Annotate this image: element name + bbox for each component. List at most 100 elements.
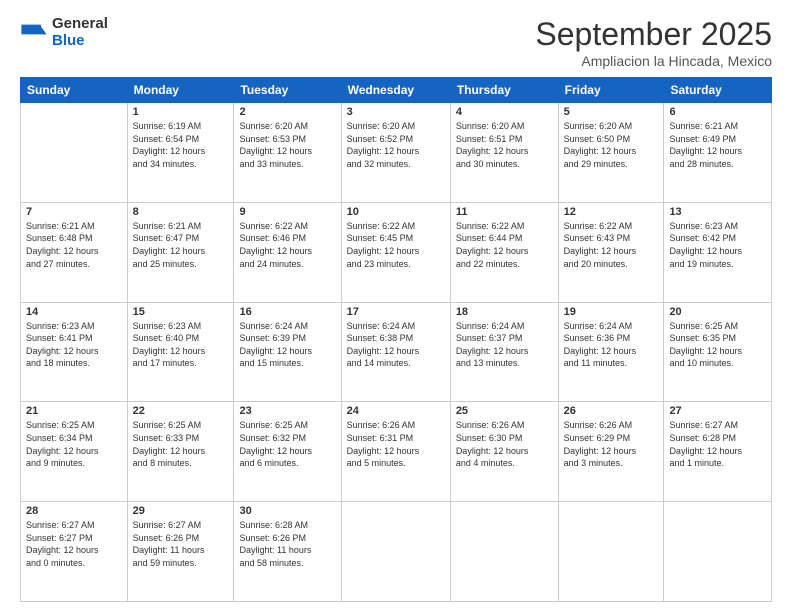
- day-content: Sunrise: 6:20 AM Sunset: 6:52 PM Dayligh…: [347, 120, 445, 170]
- day-content: Sunrise: 6:27 AM Sunset: 6:26 PM Dayligh…: [133, 519, 229, 569]
- day-content: Sunrise: 6:26 AM Sunset: 6:31 PM Dayligh…: [347, 419, 445, 469]
- calendar-cell: 19 Sunrise: 6:24 AM Sunset: 6:36 PM Dayli…: [558, 302, 664, 402]
- calendar-cell: [21, 103, 128, 203]
- day-content: Sunrise: 6:21 AM Sunset: 6:47 PM Dayligh…: [133, 220, 229, 270]
- day-content: Sunrise: 6:27 AM Sunset: 6:28 PM Dayligh…: [669, 419, 766, 469]
- calendar-cell: 9Sunrise: 6:22 AM Sunset: 6:46 PM Daylig…: [234, 202, 341, 302]
- day-content: Sunrise: 6:26 AM Sunset: 6:30 PM Dayligh…: [456, 419, 553, 469]
- week-row-3: 14Sunrise: 6:23 AM Sunset: 6:41 PM Dayli…: [21, 302, 772, 402]
- calendar-cell: 8 Sunrise: 6:21 AM Sunset: 6:47 PM Daylig…: [127, 202, 234, 302]
- week-row-4: 21Sunrise: 6:25 AM Sunset: 6:34 PM Dayli…: [21, 402, 772, 502]
- day-number: 13: [669, 206, 766, 218]
- day-header-thursday: Thursday: [450, 78, 558, 103]
- day-number: 27: [669, 405, 766, 417]
- day-header-saturday: Saturday: [664, 78, 772, 103]
- logo: General Blue: [20, 16, 108, 49]
- logo-icon: [20, 19, 48, 47]
- calendar-cell: 28Sunrise: 6:27 AM Sunset: 6:27 PM Dayli…: [21, 502, 128, 602]
- calendar-cell: 16 Sunrise: 6:24 AM Sunset: 6:39 PM Dayli…: [234, 302, 341, 402]
- day-content: Sunrise: 6:24 AM Sunset: 6:36 PM Dayligh…: [564, 320, 659, 370]
- calendar-cell: 18 Sunrise: 6:24 AM Sunset: 6:37 PM Dayli…: [450, 302, 558, 402]
- day-number: 26: [564, 405, 659, 417]
- month-title: September 2025: [535, 16, 772, 53]
- day-content: Sunrise: 6:24 AM Sunset: 6:37 PM Dayligh…: [456, 320, 553, 370]
- day-number: 25: [456, 405, 553, 417]
- logo-blue: Blue: [52, 33, 108, 50]
- day-number: 2: [239, 106, 335, 118]
- calendar-cell: 2 Sunrise: 6:20 AM Sunset: 6:53 PM Daylig…: [234, 103, 341, 203]
- calendar-cell: 12 Sunrise: 6:22 AM Sunset: 6:43 PM Dayli…: [558, 202, 664, 302]
- day-content: Sunrise: 6:25 AM Sunset: 6:32 PM Dayligh…: [239, 419, 335, 469]
- day-content: Sunrise: 6:25 AM Sunset: 6:33 PM Dayligh…: [133, 419, 229, 469]
- calendar-cell: 1 Sunrise: 6:19 AM Sunset: 6:54 PM Daylig…: [127, 103, 234, 203]
- day-number: 8: [133, 206, 229, 218]
- calendar-cell: 29 Sunrise: 6:27 AM Sunset: 6:26 PM Dayli…: [127, 502, 234, 602]
- logo-text: General Blue: [52, 16, 108, 49]
- day-header-friday: Friday: [558, 78, 664, 103]
- calendar-cell: 21Sunrise: 6:25 AM Sunset: 6:34 PM Dayli…: [21, 402, 128, 502]
- header-row: SundayMondayTuesdayWednesdayThursdayFrid…: [21, 78, 772, 103]
- calendar-cell: 10Sunrise: 6:22 AM Sunset: 6:45 PM Dayli…: [341, 202, 450, 302]
- day-content: Sunrise: 6:20 AM Sunset: 6:53 PM Dayligh…: [239, 120, 335, 170]
- day-number: 14: [26, 306, 122, 318]
- subtitle: Ampliacion la Hincada, Mexico: [535, 53, 772, 69]
- calendar-cell: 3 Sunrise: 6:20 AM Sunset: 6:52 PM Daylig…: [341, 103, 450, 203]
- day-number: 5: [564, 106, 659, 118]
- day-number: 11: [456, 206, 553, 218]
- calendar-cell: 7 Sunrise: 6:21 AM Sunset: 6:48 PM Daylig…: [21, 202, 128, 302]
- calendar-cell: [558, 502, 664, 602]
- day-content: Sunrise: 6:19 AM Sunset: 6:54 PM Dayligh…: [133, 120, 229, 170]
- day-content: Sunrise: 6:28 AM Sunset: 6:26 PM Dayligh…: [239, 519, 335, 569]
- day-number: 17: [347, 306, 445, 318]
- day-number: 22: [133, 405, 229, 417]
- day-number: 10: [347, 206, 445, 218]
- calendar-cell: 20 Sunrise: 6:25 AM Sunset: 6:35 PM Dayli…: [664, 302, 772, 402]
- day-content: Sunrise: 6:26 AM Sunset: 6:29 PM Dayligh…: [564, 419, 659, 469]
- calendar-cell: 23 Sunrise: 6:25 AM Sunset: 6:32 PM Dayli…: [234, 402, 341, 502]
- day-content: Sunrise: 6:20 AM Sunset: 6:51 PM Dayligh…: [456, 120, 553, 170]
- day-number: 6: [669, 106, 766, 118]
- day-content: Sunrise: 6:25 AM Sunset: 6:35 PM Dayligh…: [669, 320, 766, 370]
- day-content: Sunrise: 6:23 AM Sunset: 6:40 PM Dayligh…: [133, 320, 229, 370]
- day-content: Sunrise: 6:27 AM Sunset: 6:27 PM Dayligh…: [26, 519, 122, 569]
- day-number: 3: [347, 106, 445, 118]
- day-number: 1: [133, 106, 229, 118]
- header: General Blue September 2025 Ampliacion l…: [20, 16, 772, 69]
- day-number: 18: [456, 306, 553, 318]
- day-content: Sunrise: 6:23 AM Sunset: 6:42 PM Dayligh…: [669, 220, 766, 270]
- calendar-cell: 22 Sunrise: 6:25 AM Sunset: 6:33 PM Dayli…: [127, 402, 234, 502]
- calendar-cell: 25 Sunrise: 6:26 AM Sunset: 6:30 PM Dayli…: [450, 402, 558, 502]
- day-number: 7: [26, 206, 122, 218]
- day-content: Sunrise: 6:22 AM Sunset: 6:43 PM Dayligh…: [564, 220, 659, 270]
- calendar-cell: 5 Sunrise: 6:20 AM Sunset: 6:50 PM Daylig…: [558, 103, 664, 203]
- calendar-cell: [450, 502, 558, 602]
- calendar-cell: [664, 502, 772, 602]
- day-number: 15: [133, 306, 229, 318]
- calendar-cell: 27 Sunrise: 6:27 AM Sunset: 6:28 PM Dayli…: [664, 402, 772, 502]
- calendar-cell: 24Sunrise: 6:26 AM Sunset: 6:31 PM Dayli…: [341, 402, 450, 502]
- day-number: 12: [564, 206, 659, 218]
- day-number: 23: [239, 405, 335, 417]
- day-header-monday: Monday: [127, 78, 234, 103]
- calendar-cell: 26 Sunrise: 6:26 AM Sunset: 6:29 PM Dayli…: [558, 402, 664, 502]
- calendar-cell: 11 Sunrise: 6:22 AM Sunset: 6:44 PM Dayli…: [450, 202, 558, 302]
- week-row-5: 28Sunrise: 6:27 AM Sunset: 6:27 PM Dayli…: [21, 502, 772, 602]
- logo-general: General: [52, 16, 108, 33]
- calendar-table: SundayMondayTuesdayWednesdayThursdayFrid…: [20, 77, 772, 602]
- day-number: 16: [239, 306, 335, 318]
- day-number: 30: [239, 505, 335, 517]
- day-number: 21: [26, 405, 122, 417]
- calendar-cell: 15 Sunrise: 6:23 AM Sunset: 6:40 PM Dayli…: [127, 302, 234, 402]
- calendar-cell: 13 Sunrise: 6:23 AM Sunset: 6:42 PM Dayli…: [664, 202, 772, 302]
- day-number: 4: [456, 106, 553, 118]
- day-content: Sunrise: 6:20 AM Sunset: 6:50 PM Dayligh…: [564, 120, 659, 170]
- day-number: 19: [564, 306, 659, 318]
- day-number: 29: [133, 505, 229, 517]
- day-content: Sunrise: 6:22 AM Sunset: 6:44 PM Dayligh…: [456, 220, 553, 270]
- day-content: Sunrise: 6:24 AM Sunset: 6:39 PM Dayligh…: [239, 320, 335, 370]
- calendar-cell: 6Sunrise: 6:21 AM Sunset: 6:49 PM Daylig…: [664, 103, 772, 203]
- day-content: Sunrise: 6:21 AM Sunset: 6:48 PM Dayligh…: [26, 220, 122, 270]
- calendar: SundayMondayTuesdayWednesdayThursdayFrid…: [20, 77, 772, 602]
- calendar-cell: [341, 502, 450, 602]
- day-number: 20: [669, 306, 766, 318]
